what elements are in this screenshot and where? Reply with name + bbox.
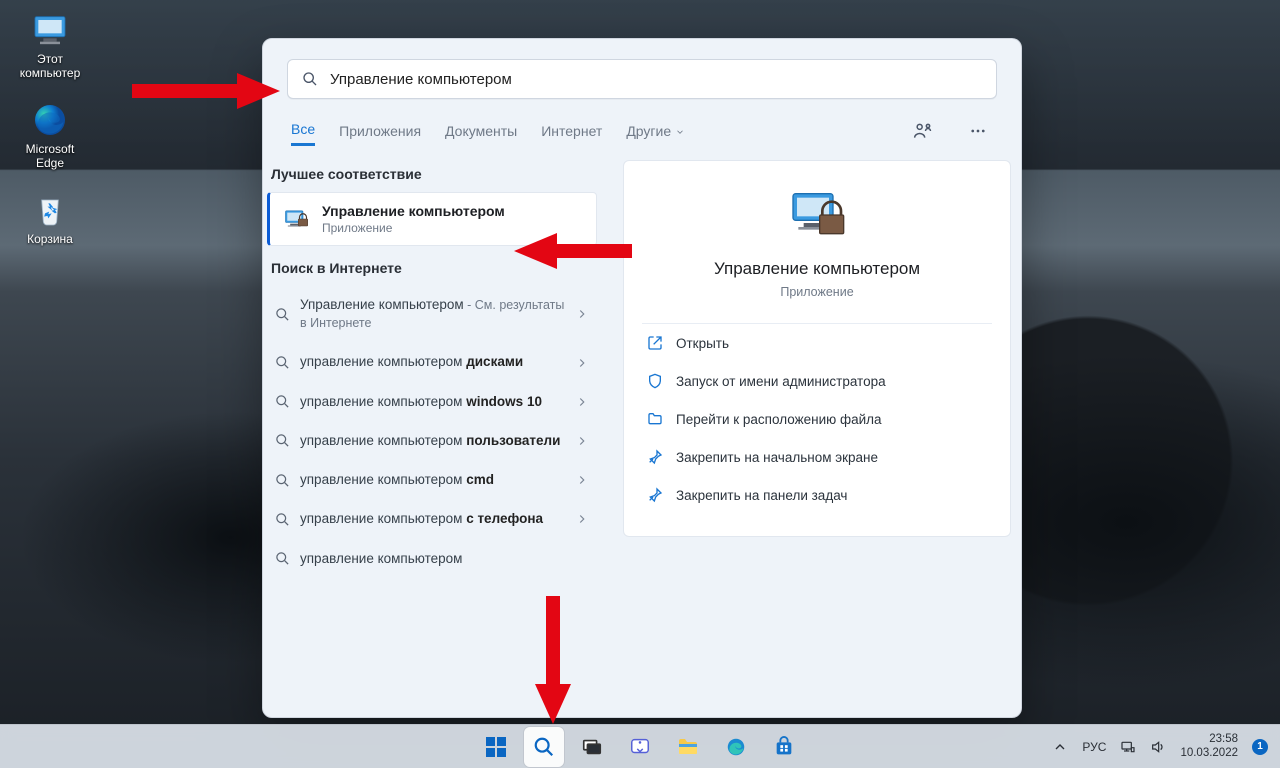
chevron-right-icon xyxy=(575,307,589,321)
edge-button[interactable] xyxy=(716,727,756,767)
action-open[interactable]: Открыть xyxy=(642,324,992,362)
pc-icon xyxy=(30,10,70,50)
action-label: Закрепить на начальном экране xyxy=(676,450,878,465)
clock-date: 10.03.2022 xyxy=(1180,747,1238,760)
tray-overflow-button[interactable] xyxy=(1052,739,1068,755)
detail-card: Управление компьютером Приложение Открыт… xyxy=(623,160,1011,537)
action-label: Открыть xyxy=(676,336,729,351)
more-options-icon[interactable] xyxy=(963,118,993,144)
web-result-text: управление компьютером windows 10 xyxy=(300,393,565,411)
search-icon xyxy=(275,551,290,566)
action-pin-start[interactable]: Закрепить на начальном экране xyxy=(642,438,992,476)
action-run-as-admin[interactable]: Запуск от имени администратора xyxy=(642,362,992,400)
best-match-title: Управление компьютером xyxy=(322,203,505,219)
tab-all[interactable]: Все xyxy=(291,115,315,146)
search-icon xyxy=(275,433,290,448)
folder-icon xyxy=(646,410,664,428)
tab-documents[interactable]: Документы xyxy=(445,117,517,145)
tab-internet[interactable]: Интернет xyxy=(541,117,602,145)
taskbar: РУС 23:58 10.03.2022 1 xyxy=(0,724,1280,768)
desktop-icon-this-pc[interactable]: Этот компьютер xyxy=(12,10,88,80)
search-icon xyxy=(275,355,290,370)
web-result-text: управление компьютером cmd xyxy=(300,471,565,489)
chevron-right-icon xyxy=(575,512,589,526)
annotation-arrow xyxy=(512,230,632,272)
best-match-subtitle: Приложение xyxy=(322,221,505,235)
best-match-header: Лучшее соответствие xyxy=(263,152,601,192)
recycle-bin-icon xyxy=(30,190,70,230)
search-window: Все Приложения Документы Интернет Другие… xyxy=(262,38,1022,718)
filter-tabs: Все Приложения Документы Интернет Другие xyxy=(291,115,993,146)
search-icon xyxy=(275,307,290,322)
desktop-icon-recycle-bin[interactable]: Корзина xyxy=(12,190,88,246)
pin-icon xyxy=(646,448,664,466)
store-button[interactable] xyxy=(764,727,804,767)
search-icon xyxy=(275,512,290,527)
web-result-text: Управление компьютером - См. результаты … xyxy=(300,296,565,332)
desktop-icon-label: Корзина xyxy=(12,232,88,246)
detail-subtitle: Приложение xyxy=(780,285,853,299)
search-icon xyxy=(302,71,318,87)
chevron-right-icon xyxy=(575,395,589,409)
computer-management-icon xyxy=(785,183,849,247)
shield-icon xyxy=(646,372,664,390)
notification-badge[interactable]: 1 xyxy=(1252,739,1268,755)
web-result-text: управление компьютером пользователи xyxy=(300,432,565,450)
open-icon xyxy=(646,334,664,352)
edge-icon xyxy=(30,100,70,140)
clock[interactable]: 23:58 10.03.2022 xyxy=(1180,733,1238,759)
search-bar[interactable] xyxy=(287,59,997,99)
chat-button[interactable] xyxy=(620,727,660,767)
action-open-location[interactable]: Перейти к расположению файла xyxy=(642,400,992,438)
detail-title: Управление компьютером xyxy=(714,259,920,279)
web-result-text: управление компьютером xyxy=(300,550,589,568)
action-label: Перейти к расположению файла xyxy=(676,412,882,427)
action-label: Запуск от имени администратора xyxy=(676,374,886,389)
taskbar-search-button[interactable] xyxy=(524,727,564,767)
web-result[interactable]: управление компьютером xyxy=(267,539,597,578)
desktop-icon-label: Microsoft Edge xyxy=(12,142,88,170)
chevron-right-icon xyxy=(575,434,589,448)
task-view-button[interactable] xyxy=(572,727,612,767)
desktop-icon-edge[interactable]: Microsoft Edge xyxy=(12,100,88,170)
network-icon[interactable] xyxy=(1120,739,1136,755)
language-indicator[interactable]: РУС xyxy=(1082,740,1106,754)
search-input[interactable] xyxy=(328,70,982,89)
web-result[interactable]: управление компьютером пользователи xyxy=(267,421,597,460)
annotation-arrow xyxy=(132,70,282,112)
web-result-text: управление компьютером с телефона xyxy=(300,510,565,528)
file-explorer-button[interactable] xyxy=(668,727,708,767)
web-result[interactable]: управление компьютером windows 10 xyxy=(267,382,597,421)
web-result-text: управление компьютером дисками xyxy=(300,353,565,371)
chevron-right-icon xyxy=(575,356,589,370)
account-sync-icon[interactable] xyxy=(907,117,939,145)
search-icon xyxy=(275,394,290,409)
tab-apps[interactable]: Приложения xyxy=(339,117,421,145)
pin-icon xyxy=(646,486,664,504)
action-label: Закрепить на панели задач xyxy=(676,488,847,503)
computer-management-icon xyxy=(282,205,310,233)
web-result[interactable]: Управление компьютером - См. результаты … xyxy=(267,286,597,342)
action-pin-taskbar[interactable]: Закрепить на панели задач xyxy=(642,476,992,514)
annotation-arrow xyxy=(530,596,576,726)
volume-icon[interactable] xyxy=(1150,739,1166,755)
start-button[interactable] xyxy=(476,727,516,767)
clock-time: 23:58 xyxy=(1209,733,1238,746)
web-result[interactable]: управление компьютером дисками xyxy=(267,342,597,381)
chevron-right-icon xyxy=(575,473,589,487)
web-result[interactable]: управление компьютером с телефона xyxy=(267,499,597,538)
desktop-icon-label: Этот компьютер xyxy=(12,52,88,80)
web-result[interactable]: управление компьютером cmd xyxy=(267,460,597,499)
tab-more[interactable]: Другие xyxy=(626,117,685,145)
search-icon xyxy=(275,473,290,488)
